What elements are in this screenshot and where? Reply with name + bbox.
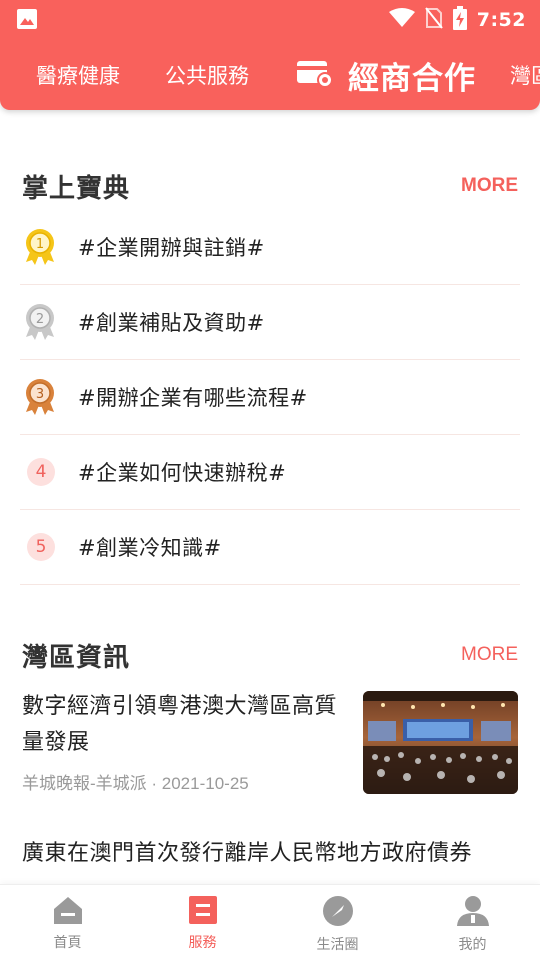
hot-topic-text: #創業冷知識# [78,536,222,560]
news-thumbnail[interactable] [363,691,518,794]
news-item[interactable]: 廣東在澳門首次發行離岸人民幣地方政府債券 [22,836,522,872]
rank-badge: 5 [27,533,55,561]
rank-number: 2 [36,312,44,327]
tab-public-service[interactable]: 公共服務 [165,60,249,90]
bay-news-header: 灣區資訊 MORE [22,635,518,675]
battery-charging-icon [452,6,467,34]
more-link[interactable]: MORE [461,175,518,197]
rank-number: 3 [36,387,44,402]
compass-icon [322,895,354,931]
section-title: 掌上寶典 [22,173,131,204]
category-tabs: 醫療健康 公共服務 經商合作 灣區 [0,48,540,102]
wifi-icon [388,8,415,32]
status-time: 7:52 [476,9,526,31]
top-header: 7:52 醫療健康 公共服務 經商合作 灣區 [0,0,540,110]
nav-service[interactable]: 服務 [135,885,270,961]
status-bar: 7:52 [0,0,540,38]
hot-topic-text: #創業補貼及資助# [78,311,265,335]
hot-topic-text: #企業開辦與註銷# [78,235,265,260]
nav-label: 我的 [458,937,487,953]
wallet-card-icon [296,58,334,93]
nav-mine[interactable]: 我的 [405,885,540,961]
gallery-notification-icon [16,8,38,34]
person-icon [456,895,490,931]
more-link[interactable]: MORE [461,644,518,666]
hot-topic-text: #企業如何快速辦稅# [78,461,287,485]
news-title: 數字經濟引領粵港澳大灣區高質量發展 [22,694,338,755]
tab-medical-health[interactable]: 醫療健康 [36,60,120,90]
list-item[interactable]: 3 #開辦企業有哪些流程# [20,360,520,435]
bottom-navigation: 首頁 服務 生活圈 我的 [0,884,540,961]
rank-number: 1 [36,237,44,252]
hot-topic-list: 1 #企業開辦與註銷# 2 #創業補貼及資助# 3 #開辦企業有哪些流程# 4 … [20,209,520,585]
no-sim-icon [424,7,443,33]
silver-medal-icon: 2 [20,303,78,341]
section-title: 灣區資訊 [22,642,131,673]
nav-home[interactable]: 首頁 [0,885,135,961]
nav-label: 首頁 [53,935,82,951]
home-icon [52,895,84,929]
rank-badge: 4 [27,458,55,486]
list-item[interactable]: 5 #創業冷知識# [20,510,520,585]
list-item[interactable]: 2 #創業補貼及資助# [20,285,520,360]
hot-topic-text: #開辦企業有哪些流程# [78,386,308,410]
list-item[interactable]: 1 #企業開辦與註銷# [20,209,520,285]
gold-medal-icon: 1 [20,228,78,266]
news-title: 廣東在澳門首次發行離岸人民幣地方政府債券 [22,841,473,866]
tab-label: 經商合作 [348,60,476,97]
bronze-medal-icon: 3 [20,378,78,416]
nav-label: 生活圈 [316,937,359,953]
handbook-header: 掌上寶典 MORE [22,166,518,206]
nav-label: 服務 [188,935,217,951]
service-icon [188,895,218,929]
tab-bay-area[interactable]: 灣區 [510,60,540,90]
news-item[interactable]: 數字經濟引領粵港澳大灣區高質量發展 羊城晚報-羊城派 · 2021-10-25 [22,689,352,794]
news-meta: 羊城晚報-羊城派 · 2021-10-25 [22,774,249,793]
nav-life-circle[interactable]: 生活圈 [270,885,405,961]
list-item[interactable]: 4 #企業如何快速辦稅# [20,435,520,510]
tab-business-cooperation[interactable]: 經商合作 [296,53,476,98]
